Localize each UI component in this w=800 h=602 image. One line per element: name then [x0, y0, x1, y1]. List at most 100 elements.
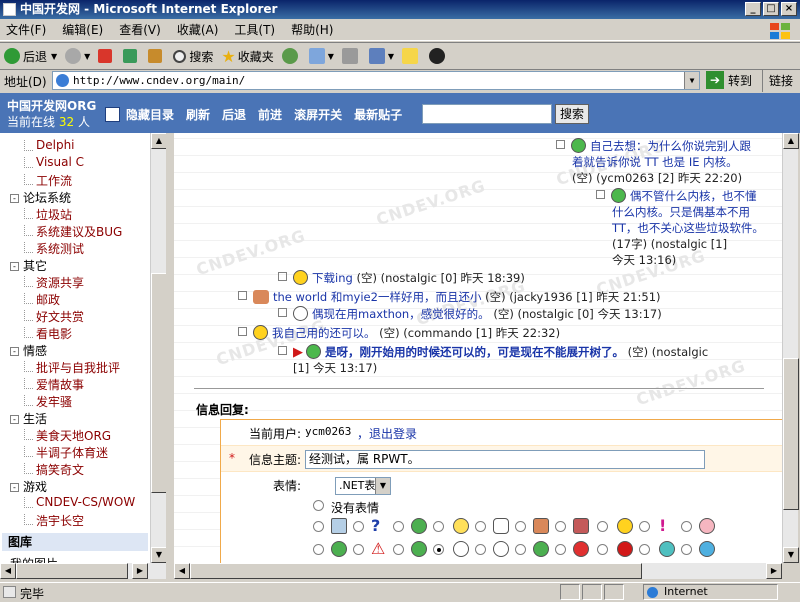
sidebar-gallery-header[interactable]: 图库	[2, 533, 148, 551]
forward-button[interactable]: ▼	[65, 48, 90, 64]
stop-button[interactable]	[98, 49, 115, 63]
go-button[interactable]: ➔ 转到	[706, 71, 752, 89]
nav-refresh[interactable]: 刷新	[186, 106, 210, 123]
post-item[interactable]: 偶不管什么内核，也不懂	[596, 188, 757, 204]
home-button[interactable]	[148, 49, 165, 63]
menu-favorites[interactable]: 收藏(A)	[177, 21, 219, 38]
sidebar-vertical-scrollbar[interactable]: ▲ ▼	[150, 133, 167, 563]
scroll-thumb[interactable]	[151, 273, 167, 493]
post-item[interactable]: 我自己用的还可以。 (空) (commando [1] 昨天 22:32)	[238, 325, 560, 341]
site-search-input[interactable]	[422, 104, 552, 124]
maximize-button[interactable]: □	[763, 2, 779, 16]
sidebar-item-haoyu[interactable]: 浩宇长空	[24, 512, 84, 529]
sidebar-item-postal[interactable]: 邮政	[24, 291, 60, 308]
sidebar-item-jokes[interactable]: 搞笑奇文	[24, 461, 84, 478]
close-button[interactable]: ×	[781, 2, 797, 16]
emote-radio-selected[interactable]	[433, 544, 444, 555]
search-button[interactable]: 搜索	[173, 48, 213, 65]
expand-icon[interactable]	[596, 190, 605, 199]
scroll-down-icon[interactable]: ▼	[783, 547, 799, 563]
emote-radio[interactable]	[555, 544, 566, 555]
content-horizontal-scrollbar[interactable]: ◀ ▶	[174, 563, 782, 579]
sidebar-group-forum-system[interactable]: - 论坛系统	[10, 189, 71, 206]
nav-back[interactable]: 后退	[222, 106, 246, 123]
collapse-icon[interactable]: -	[10, 483, 19, 492]
back-button[interactable]: 后退 ▼	[4, 48, 57, 65]
expand-icon[interactable]	[238, 291, 247, 300]
menu-tools[interactable]: 工具(T)	[234, 21, 275, 38]
history-button[interactable]	[281, 48, 301, 64]
site-name[interactable]: 中国开发网ORG	[7, 97, 96, 114]
frame-splitter[interactable]	[166, 133, 174, 579]
emote-radio[interactable]	[475, 544, 486, 555]
nav-scroll-toggle[interactable]: 滚屏开关	[294, 106, 342, 123]
emote-radio[interactable]	[313, 521, 324, 532]
subject-input[interactable]: 经测试，属 RPWT。	[305, 450, 705, 469]
print-button[interactable]	[341, 48, 361, 64]
sidebar-item-criticism[interactable]: 批评与自我批评	[24, 359, 120, 376]
address-input[interactable]: http://www.cndev.org/main/ ▼	[52, 71, 700, 90]
post-title-continued[interactable]: TT，也不关心这些垃圾软件。	[612, 220, 764, 236]
emote-radio[interactable]	[433, 521, 444, 532]
emote-radio[interactable]	[681, 521, 692, 532]
edit-button[interactable]: ▼	[368, 48, 394, 64]
sidebar-item-good-articles[interactable]: 好文共赏	[24, 308, 84, 325]
emote-radio[interactable]	[393, 544, 404, 555]
sidebar-item-food[interactable]: 美食天地ORG	[24, 427, 111, 444]
sidebar-item-sports[interactable]: 半调子体育迷	[24, 444, 108, 461]
sidebar-item-system-test[interactable]: 系统测试	[24, 240, 84, 257]
sidebar-item-trash[interactable]: 垃圾站	[24, 206, 72, 223]
menu-view[interactable]: 查看(V)	[119, 21, 161, 38]
sidebar-group-other[interactable]: - 其它	[10, 257, 47, 274]
scroll-thumb[interactable]	[783, 358, 799, 510]
emote-radio[interactable]	[475, 521, 486, 532]
links-button[interactable]: 链接	[762, 70, 793, 92]
emote-radio[interactable]	[597, 544, 608, 555]
scroll-up-icon[interactable]: ▲	[151, 133, 167, 149]
post-item[interactable]: 自己去想：为什么你说完别人跟	[556, 138, 751, 154]
expand-icon[interactable]	[278, 308, 287, 317]
scroll-left-icon[interactable]: ◀	[174, 563, 190, 579]
sidebar-item-suggestions-bug[interactable]: 系统建议及BUG	[24, 223, 122, 240]
scroll-right-icon[interactable]: ▶	[132, 563, 148, 579]
post-title-continued[interactable]: 着就告诉你说 TT 也是 IE 内核。	[572, 154, 738, 170]
emote-set-select[interactable]: .NET表情 ▼	[335, 477, 391, 495]
emote-radio[interactable]	[393, 521, 404, 532]
minimize-button[interactable]: _	[745, 2, 761, 16]
emote-radio[interactable]	[353, 521, 364, 532]
scroll-thumb[interactable]	[16, 563, 128, 579]
scroll-down-icon[interactable]: ▼	[151, 547, 167, 563]
emote-radio[interactable]	[313, 544, 324, 555]
content-vertical-scrollbar[interactable]: ▲ ▼	[782, 133, 799, 563]
nav-hide-directory[interactable]: 隐藏目录	[126, 106, 174, 123]
emote-radio[interactable]	[555, 521, 566, 532]
scroll-right-icon[interactable]: ▶	[766, 563, 782, 579]
menu-list-icon[interactable]	[105, 107, 120, 122]
post-item[interactable]: 下载ing (空) (nostalgic [0] 昨天 18:39)	[278, 270, 525, 286]
emote-radio[interactable]	[597, 521, 608, 532]
sidebar-group-games[interactable]: - 游戏	[10, 478, 47, 495]
sidebar-item-movies[interactable]: 看电影	[24, 325, 72, 342]
refresh-button[interactable]	[123, 49, 140, 63]
menu-help[interactable]: 帮助(H)	[291, 21, 333, 38]
expand-icon[interactable]	[556, 140, 565, 149]
menu-file[interactable]: 文件(F)	[6, 21, 46, 38]
expand-icon[interactable]	[238, 327, 247, 336]
sidebar-group-life[interactable]: - 生活	[10, 410, 47, 427]
post-item[interactable]: the world 和myie2一样好用，而且还小 (空) (jacky1936…	[238, 289, 661, 305]
collapse-icon[interactable]: -	[10, 194, 19, 203]
collapse-icon[interactable]: -	[10, 262, 19, 271]
emote-radio[interactable]	[639, 521, 650, 532]
sidebar-item-love-stories[interactable]: 爱情故事	[24, 376, 84, 393]
favorites-button[interactable]: ★ 收藏夹	[221, 47, 273, 66]
sidebar-item-delphi[interactable]: Delphi	[24, 138, 75, 152]
collapse-icon[interactable]: -	[10, 347, 19, 356]
sidebar-item-cndev-cs-wow[interactable]: CNDEV-CS/WOW	[24, 495, 135, 509]
nav-latest-posts[interactable]: 最新贴子	[354, 106, 402, 123]
logout-link[interactable]: ，退出登录	[357, 425, 417, 442]
mail-button[interactable]: ▼	[308, 48, 334, 64]
sidebar-item-resource-sharing[interactable]: 资源共享	[24, 274, 84, 291]
notes-button[interactable]	[402, 48, 421, 64]
sidebar-item-my-pictures[interactable]: 我的图片	[10, 555, 58, 563]
site-search-button[interactable]: 搜索	[555, 104, 589, 124]
